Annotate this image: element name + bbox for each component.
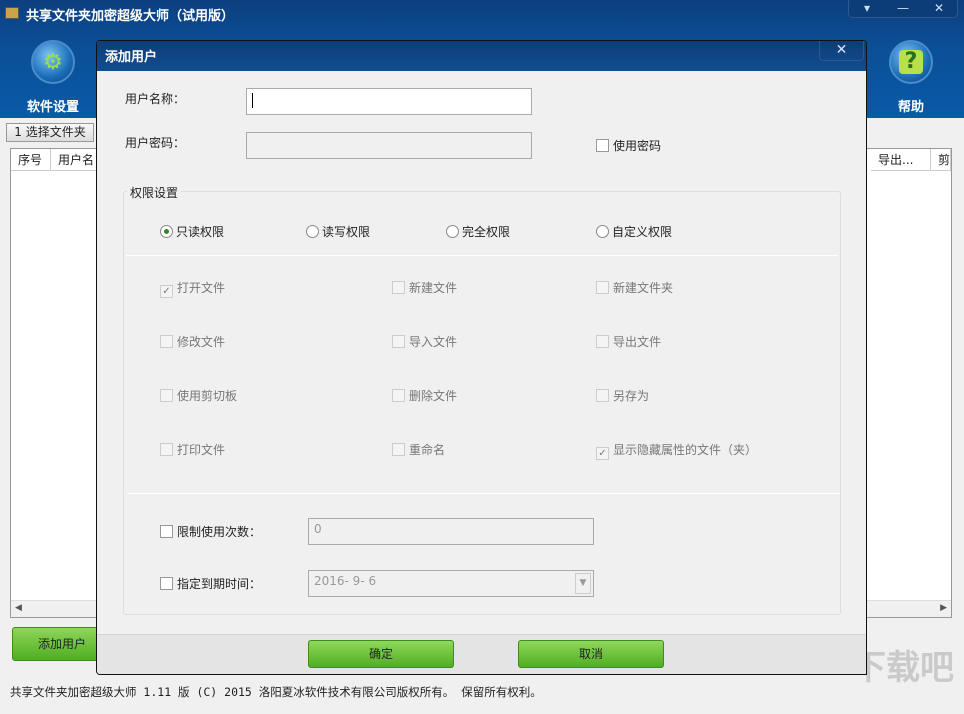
cancel-button[interactable]: 取消 xyxy=(518,640,664,668)
window-controls: ▾ — ✕ xyxy=(848,0,958,18)
close-button[interactable]: ✕ xyxy=(921,0,957,17)
radio-readonly[interactable]: 只读权限 xyxy=(160,223,224,240)
scroll-left-icon[interactable]: ◀ xyxy=(15,603,22,613)
permission-label: 显示隐藏属性的文件（夹） xyxy=(613,443,757,457)
column-header-export[interactable]: 导出... xyxy=(871,149,931,171)
checkbox-box xyxy=(160,443,173,456)
divider xyxy=(127,493,840,494)
settings-tool-button[interactable]: ⚙ 软件设置 xyxy=(18,40,88,115)
permission-label: 新建文件夹 xyxy=(613,281,673,295)
radio-dot xyxy=(596,225,609,238)
limit-uses-label: 限制使用次数： xyxy=(177,525,261,539)
gear-icon: ⚙ xyxy=(31,40,75,84)
password-label: 用户密码： xyxy=(125,134,185,151)
radio-dot xyxy=(446,225,459,238)
radio-label: 读写权限 xyxy=(322,225,370,239)
column-header-clipboard[interactable]: 剪 xyxy=(931,149,951,171)
ok-button[interactable]: 确定 xyxy=(308,640,454,668)
checkbox-box xyxy=(160,335,173,348)
use-password-label: 使用密码 xyxy=(613,139,661,153)
help-label: 帮助 xyxy=(876,96,946,115)
permission-label: 新建文件 xyxy=(409,281,457,295)
radio-label: 只读权限 xyxy=(176,225,224,239)
column-header-index[interactable]: 序号 xyxy=(11,149,51,171)
checkbox-box xyxy=(392,389,405,402)
checkbox-box xyxy=(160,577,173,590)
password-input[interactable] xyxy=(246,132,532,159)
checkbox-box xyxy=(596,281,609,294)
help-icon: ? xyxy=(889,40,933,84)
status-bar: 共享文件夹加密超级大师 1.11 版 (C) 2015 洛阳夏冰软件技术有限公司… xyxy=(10,684,542,700)
permission-checkbox[interactable]: 新建文件夹 xyxy=(596,279,673,296)
divider xyxy=(126,255,838,256)
dialog-close-button[interactable]: ✕ xyxy=(819,41,864,61)
checkbox-box xyxy=(160,389,173,402)
radio-dot xyxy=(160,225,173,238)
dialog-footer xyxy=(97,634,867,675)
radio-custom[interactable]: 自定义权限 xyxy=(596,223,672,240)
dialog-title: 添加用户 xyxy=(97,41,867,71)
permission-label: 重命名 xyxy=(409,443,445,457)
radio-full[interactable]: 完全权限 xyxy=(446,223,510,240)
permission-checkbox[interactable]: 导入文件 xyxy=(392,333,457,350)
checkbox-box xyxy=(160,525,173,538)
permission-label: 打开文件 xyxy=(177,281,225,295)
expire-date-picker[interactable]: 2016- 9- 6 ▼ xyxy=(308,570,594,597)
radio-label: 自定义权限 xyxy=(612,225,672,239)
permission-label: 导入文件 xyxy=(409,335,457,349)
radio-label: 完全权限 xyxy=(462,225,510,239)
permission-checkbox[interactable]: 导出文件 xyxy=(596,333,661,350)
radio-readwrite[interactable]: 读写权限 xyxy=(306,223,370,240)
limit-uses-input[interactable]: 0 xyxy=(308,518,594,545)
permission-label: 删除文件 xyxy=(409,389,457,403)
checkbox-box xyxy=(392,335,405,348)
checkbox-box xyxy=(392,443,405,456)
permission-checkbox[interactable]: 重命名 xyxy=(392,441,445,458)
permission-checkbox[interactable]: 打印文件 xyxy=(160,441,225,458)
text-cursor xyxy=(252,93,253,108)
settings-label: 软件设置 xyxy=(18,96,88,115)
checkbox-box: ✓ xyxy=(596,447,609,460)
permission-checkbox[interactable]: ✓ 显示隐藏属性的文件（夹） xyxy=(596,441,757,460)
permission-label: 打印文件 xyxy=(177,443,225,457)
checkbox-box: ✓ xyxy=(160,285,173,298)
expire-date-label: 指定到期时间： xyxy=(177,577,261,591)
checkbox-box xyxy=(596,139,609,152)
permission-checkbox[interactable]: 修改文件 xyxy=(160,333,225,350)
tab-select-folder[interactable]: 1 选择文件夹 xyxy=(6,123,94,142)
scroll-right-icon[interactable]: ▶ xyxy=(940,603,947,613)
permission-label: 修改文件 xyxy=(177,335,225,349)
checkbox-box xyxy=(596,335,609,348)
menu-dropdown-button[interactable]: ▾ xyxy=(849,0,885,17)
expire-date-value: 2016- 9- 6 xyxy=(314,574,376,588)
permission-checkbox[interactable]: 删除文件 xyxy=(392,387,457,404)
username-input[interactable] xyxy=(246,88,532,115)
username-label: 用户名称： xyxy=(125,90,185,107)
permission-checkbox[interactable]: 使用剪切板 xyxy=(160,387,237,404)
permission-checkbox[interactable]: 另存为 xyxy=(596,387,649,404)
limit-uses-checkbox[interactable]: 限制使用次数： xyxy=(160,523,261,540)
chevron-down-icon[interactable]: ▼ xyxy=(575,573,591,594)
permission-label: 另存为 xyxy=(613,389,649,403)
permission-label: 导出文件 xyxy=(613,335,661,349)
help-tool-button[interactable]: ? 帮助 xyxy=(876,40,946,115)
app-title: 共享文件夹加密超级大师（试用版） xyxy=(26,5,234,24)
radio-dot xyxy=(306,225,319,238)
permission-checkbox[interactable]: 新建文件 xyxy=(392,279,457,296)
checkbox-box xyxy=(596,389,609,402)
minimize-button[interactable]: — xyxy=(885,0,921,17)
permission-group-label: 权限设置 xyxy=(127,184,181,201)
use-password-checkbox[interactable]: 使用密码 xyxy=(596,137,661,154)
watermark-logo: 下载吧 xyxy=(852,640,954,689)
expire-date-checkbox[interactable]: 指定到期时间： xyxy=(160,575,261,592)
checkbox-box xyxy=(392,281,405,294)
permission-checkbox[interactable]: ✓ 打开文件 xyxy=(160,279,225,298)
add-user-dialog: 添加用户 ✕ 用户名称： 用户密码： 使用密码 权限设置 只读权限 读写权限 完… xyxy=(96,40,867,675)
permission-label: 使用剪切板 xyxy=(177,389,237,403)
app-icon xyxy=(5,7,19,19)
